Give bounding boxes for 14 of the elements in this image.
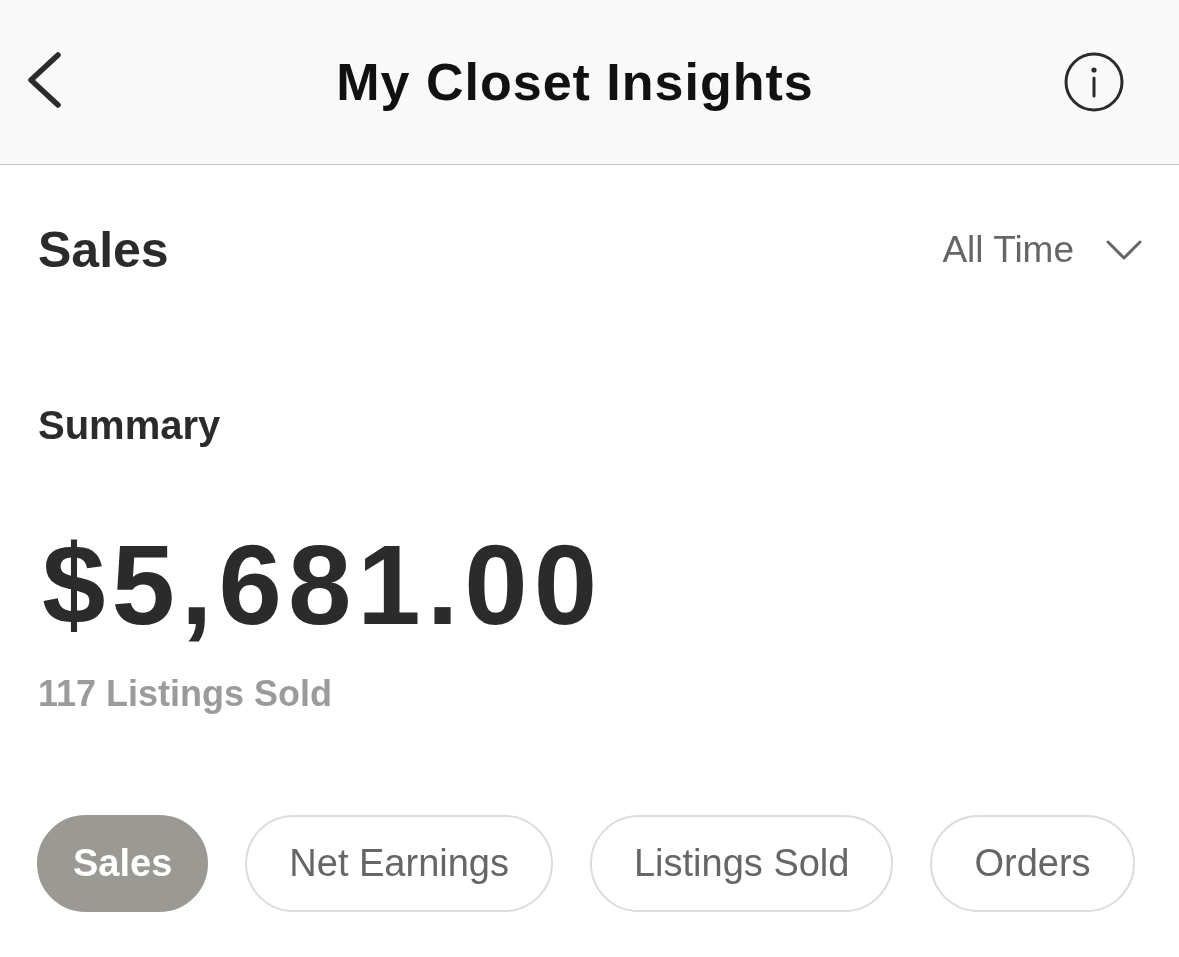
metric-tab[interactable]: Orders bbox=[930, 815, 1135, 912]
info-button[interactable] bbox=[1064, 52, 1124, 112]
screen-title: My Closet Insights bbox=[336, 52, 814, 113]
sales-amount: $5,681.00 bbox=[42, 525, 604, 645]
metric-tab[interactable]: Listings Sold bbox=[590, 815, 894, 912]
period-dropdown[interactable]: All Time bbox=[942, 229, 1142, 271]
metric-tab[interactable]: Net Earnings bbox=[245, 815, 553, 912]
info-icon bbox=[1064, 52, 1124, 112]
chevron-down-icon bbox=[1106, 240, 1142, 260]
section-title: Sales bbox=[38, 221, 169, 280]
summary-heading: Summary bbox=[38, 402, 221, 449]
listings-sold-count: 117 Listings Sold bbox=[38, 672, 333, 716]
back-chevron-icon bbox=[26, 52, 62, 108]
back-button[interactable] bbox=[26, 52, 62, 108]
